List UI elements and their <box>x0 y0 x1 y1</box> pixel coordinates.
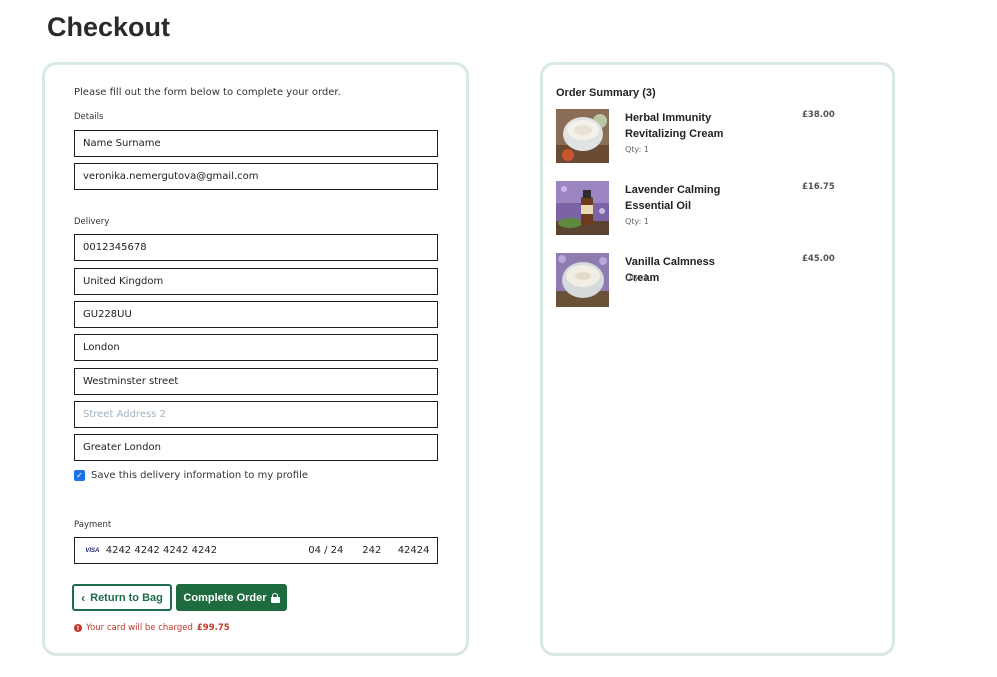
item-name: Lavender Calming Essential Oil <box>625 184 721 212</box>
country-field <box>74 268 438 295</box>
product-image-cream-jar <box>556 109 609 163</box>
save-info-row[interactable]: ✓ Save this delivery information to my p… <box>74 470 308 481</box>
chevron-left-icon: ‹ <box>81 590 86 605</box>
lock-icon <box>270 592 280 603</box>
street1-field <box>74 368 438 395</box>
postcode-field <box>74 301 438 328</box>
charge-amount: £99.75 <box>196 623 230 633</box>
return-to-bag-button[interactable]: ‹ Return to Bag <box>72 584 172 611</box>
alert-icon: ! <box>74 624 82 632</box>
save-info-checkbox[interactable]: ✓ <box>74 470 85 481</box>
street2-field <box>74 401 438 428</box>
checkout-form-panel: Please fill out the form below to comple… <box>42 62 469 656</box>
payment-label: Payment <box>74 520 112 530</box>
order-summary-panel: Order Summary (3) Herbal Immunity Revita… <box>540 62 895 656</box>
product-image-vanilla-cream <box>556 253 609 307</box>
phone-field <box>74 234 438 261</box>
card-expiry-input[interactable]: 04 / 24 <box>308 545 362 556</box>
country-input[interactable] <box>75 269 437 294</box>
item-price: £45.00 <box>802 254 835 264</box>
complete-order-label: Complete Order <box>183 591 267 604</box>
order-item: Herbal Immunity Revitalizing Cream Qty: … <box>556 109 886 165</box>
phone-input[interactable] <box>75 235 437 260</box>
item-qty: Qty: 1 <box>625 145 649 154</box>
charge-notice-text: Your card will be charged <box>86 623 193 633</box>
card-number-input[interactable]: 4242 4242 4242 4242 <box>106 545 309 556</box>
town-field <box>74 334 438 361</box>
town-input[interactable] <box>75 335 437 360</box>
check-icon: ✓ <box>76 470 83 480</box>
card-cvc-input[interactable]: 242 <box>362 545 397 556</box>
item-name: Herbal Immunity Revitalizing Cream <box>625 112 724 140</box>
charge-notice: ! Your card will be charged £99.75 <box>74 623 230 633</box>
street-address-2-input[interactable] <box>75 402 437 427</box>
card-element[interactable]: VISA 4242 4242 4242 4242 04 / 24 242 424… <box>74 537 438 564</box>
order-item: Vanilla Calmness Cream Qty: 1 £45.00 <box>556 253 886 309</box>
card-zip-input[interactable]: 42424 <box>398 545 437 556</box>
full-name-field <box>74 130 438 157</box>
order-summary-title: Order Summary (3) <box>556 87 656 99</box>
street-address-1-input[interactable] <box>75 369 437 394</box>
item-qty: Qty: 1 <box>625 217 649 226</box>
details-label: Details <box>74 112 104 122</box>
save-info-label: Save this delivery information to my pro… <box>91 470 309 481</box>
visa-icon: VISA <box>85 547 100 554</box>
email-input[interactable] <box>75 164 437 189</box>
item-qty: Qty: 1 <box>625 273 649 282</box>
item-price: £16.75 <box>802 182 835 192</box>
postcode-input[interactable] <box>75 302 437 327</box>
product-image-essential-oil <box>556 181 609 235</box>
form-intro: Please fill out the form below to comple… <box>74 87 341 98</box>
order-item: Lavender Calming Essential Oil Qty: 1 £1… <box>556 181 886 237</box>
email-field <box>74 163 438 190</box>
delivery-label: Delivery <box>74 217 110 227</box>
return-to-bag-label: Return to Bag <box>90 591 163 604</box>
item-price: £38.00 <box>802 110 835 120</box>
complete-order-button[interactable]: Complete Order <box>176 584 287 611</box>
county-input[interactable] <box>75 435 437 460</box>
county-field <box>74 434 438 461</box>
full-name-input[interactable] <box>75 131 437 156</box>
page-title: Checkout <box>47 12 171 42</box>
